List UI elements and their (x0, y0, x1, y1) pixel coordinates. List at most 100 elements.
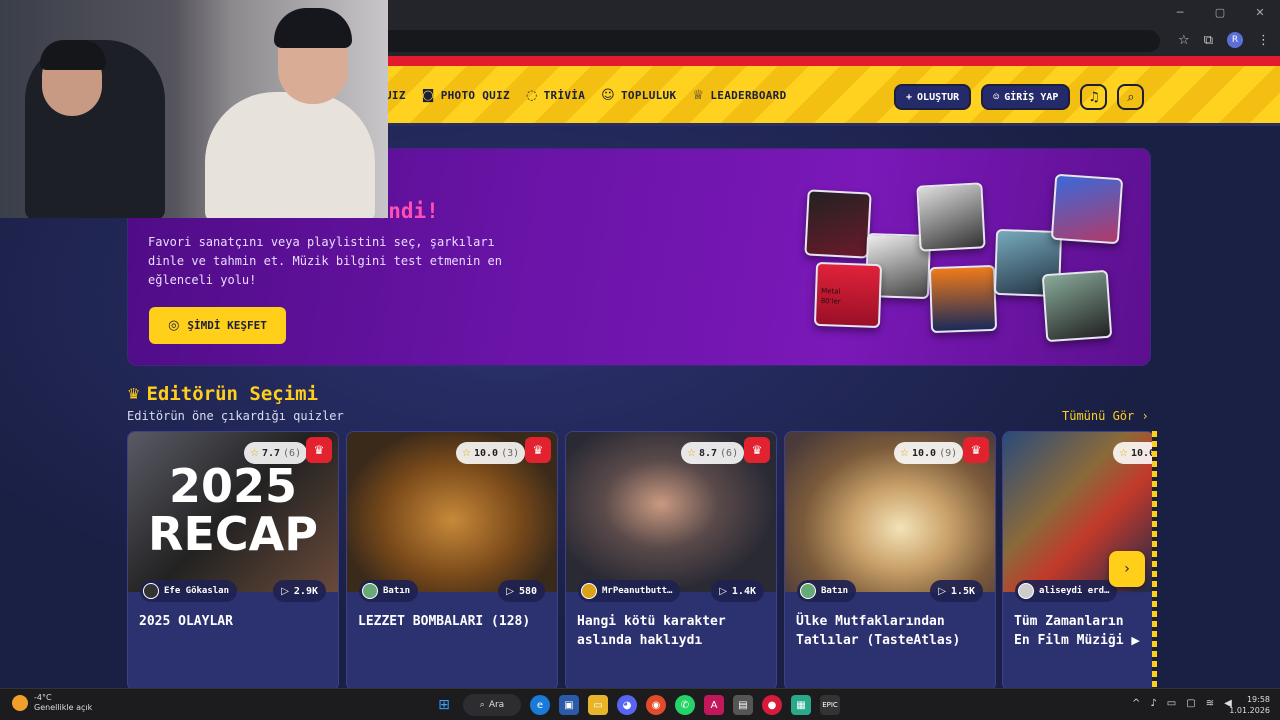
nav-item-trivia[interactable]: ◌ TRİVİA (526, 88, 585, 103)
plus-icon: + (906, 91, 913, 103)
play-count: ▷ 2.9K (273, 580, 326, 602)
star-icon: ☆ (687, 447, 696, 459)
address-bar[interactable] (380, 30, 1160, 52)
minimize-button[interactable]: ─ (1160, 0, 1200, 24)
card-title[interactable]: Tüm Zamanların En Film Müziği ▶ (1014, 612, 1146, 650)
crown-icon: ♛ (127, 385, 141, 403)
store-icon[interactable]: ▣ (559, 695, 579, 715)
profile-avatar[interactable]: R (1227, 32, 1243, 48)
taskbar-apps: ⊞ ⌕ Ara e ▣ ▭ ◕ ◉ ✆ A ▤ ● ▦ EPIC (434, 694, 840, 716)
video-icon: ▶ (1131, 634, 1140, 647)
chevron-right-icon: › (1124, 561, 1130, 577)
create-button[interactable]: + OLUŞTUR (894, 84, 972, 110)
app-icon[interactable]: A (704, 695, 724, 715)
time: 19:58 (1246, 695, 1270, 704)
search-button[interactable]: ⌕ (1117, 84, 1145, 110)
card-title[interactable]: LEZZET BOMBALARI (128) (358, 612, 549, 631)
explore-now-button[interactable]: ◎ ŞİMDİ KEŞFET (149, 307, 286, 344)
section-title: ♛ Editörün Seçimi (127, 383, 318, 405)
chrome-icon[interactable]: ◉ (646, 695, 666, 715)
play-icon: ▷ (281, 585, 289, 597)
avatar (1018, 583, 1034, 599)
webcam-overlay (0, 0, 388, 218)
play-count-value: 1.5K (950, 585, 975, 597)
quiz-card[interactable]: 2025 RECAP ☆ 7.7 (6) ♛ Efe Gökaslan ▷ 2.9K … (127, 431, 339, 691)
author-name: Batın (821, 586, 849, 596)
author-name: MrPeanutbutt… (602, 586, 673, 596)
person-left-hair (40, 40, 106, 70)
see-all-link[interactable]: Tümünü Gör › (1062, 409, 1149, 423)
avatar (581, 583, 597, 599)
play-count-value: 1.4K (731, 585, 756, 597)
nav-menu: UIZ ◙ PHOTO QUIZ ◌ TRİVİA ☺ TOPLULUK ♕ L… (385, 88, 787, 103)
card-title[interactable]: Hangi kötü karakter aslında haklıydı (577, 612, 768, 650)
rating-badge: ☆ 8.7 (6) (681, 442, 745, 464)
search-icon: ⌕ (479, 700, 485, 710)
date: 1.01.2026 (1229, 706, 1270, 715)
play-count-value: 2.9K (293, 585, 318, 597)
carousel-next-button[interactable]: › (1109, 551, 1145, 587)
rating-badge: ☆ 10.0 (3) (456, 442, 526, 464)
editor-pick-crown-icon: ♛ (744, 437, 770, 463)
epic-games-icon[interactable]: EPIC (820, 695, 840, 715)
weather-widget[interactable]: -4°C Genellikle açık (12, 693, 92, 713)
nav-item-community[interactable]: ☺ TOPLULUK (601, 88, 676, 103)
taskbar-search[interactable]: ⌕ Ara (463, 694, 521, 716)
login-label: GİRİŞ YAP (1004, 91, 1059, 103)
app-icon[interactable]: ▤ (733, 695, 753, 715)
author-chip[interactable]: Batın (359, 580, 419, 602)
discord-icon[interactable]: ◕ (617, 695, 637, 715)
card-title[interactable]: Ülke Mutfaklarından Tatlılar (TasteAtlas… (796, 612, 987, 650)
play-icon: ▷ (938, 585, 946, 597)
start-icon[interactable]: ⊞ (434, 695, 454, 715)
play-icon: ▷ (719, 585, 727, 597)
weather-icon (12, 695, 28, 711)
author-chip[interactable]: Efe Gökaslan (140, 580, 238, 602)
star-icon: ☆ (900, 447, 909, 459)
user-icon: ☺ (993, 91, 1000, 103)
search-label: Ara (488, 700, 505, 710)
card-title-text: Tüm Zamanların En Film Müziği (1014, 614, 1124, 648)
rating-count: (6) (720, 447, 739, 459)
folder-icon[interactable]: ▭ (588, 695, 608, 715)
menu-icon[interactable]: ⋮ (1257, 33, 1270, 48)
quiz-card[interactable]: ☆ 10.0 (9) ♛ Batın ▷ 1.5K Ülke Mutfaklarınd… (784, 431, 996, 691)
avatar (800, 583, 816, 599)
bookmark-star-icon[interactable]: ☆ (1178, 33, 1190, 48)
rating-value: 7.7 (261, 447, 281, 459)
hero-description: Favori sanatçını veya playlistini seç, ş… (148, 235, 503, 287)
avatar (143, 583, 159, 599)
card-title[interactable]: 2025 OLAYLAR (139, 612, 330, 631)
app-icon[interactable]: ● (762, 695, 782, 715)
play-count-value: 580 (518, 585, 537, 597)
rating-count: (3) (501, 447, 520, 459)
system-tray: ^ ♪ ▭ ▢ ≋ ◀ (1132, 698, 1232, 709)
nav-item-photo-quiz[interactable]: ◙ PHOTO QUIZ (422, 88, 510, 103)
edge-icon[interactable]: e (530, 695, 550, 715)
wifi-icon[interactable]: ≋ (1206, 698, 1214, 709)
maximize-button[interactable]: ▢ (1200, 0, 1240, 24)
quiz-card[interactable]: ☆ 10.0 (3) ♛ Batın ▷ 580 LEZZET BOMBALARI (… (346, 431, 558, 691)
rating-badge: ☆ 10.0 (1113, 442, 1154, 464)
mic-icon[interactable]: ♪ (1150, 698, 1156, 709)
close-button[interactable]: ✕ (1240, 0, 1280, 24)
quiz-card[interactable]: ☆ 8.7 (6) ♛ MrPeanutbutt… ▷ 1.4K Hangi kötü… (565, 431, 777, 691)
whatsapp-icon[interactable]: ✆ (675, 695, 695, 715)
nav-item-quiz[interactable]: UIZ (385, 89, 406, 102)
create-label: OLUŞTUR (917, 91, 960, 103)
author-chip[interactable]: aliseydi erd… (1015, 580, 1118, 602)
chevron-up-icon[interactable]: ^ (1132, 698, 1140, 709)
nav-item-leaderboard[interactable]: ♕ LEADERBOARD (692, 88, 786, 103)
author-chip[interactable]: Batın (797, 580, 857, 602)
login-button[interactable]: ☺ GİRİŞ YAP (981, 84, 1071, 110)
app-icon[interactable]: ▦ (791, 695, 811, 715)
keyboard-icon[interactable]: ▭ (1167, 698, 1176, 709)
rating-value: 8.7 (698, 447, 718, 459)
clock[interactable]: 19:58 1.01.2026 (1226, 694, 1270, 716)
notifications-button[interactable]: ♫ (1080, 84, 1108, 110)
users-icon: ☺ (601, 88, 615, 103)
author-chip[interactable]: MrPeanutbutt… (578, 580, 681, 602)
extensions-icon[interactable]: ⧉ (1204, 33, 1213, 48)
star-icon: ☆ (462, 447, 471, 459)
display-icon[interactable]: ▢ (1186, 698, 1195, 709)
